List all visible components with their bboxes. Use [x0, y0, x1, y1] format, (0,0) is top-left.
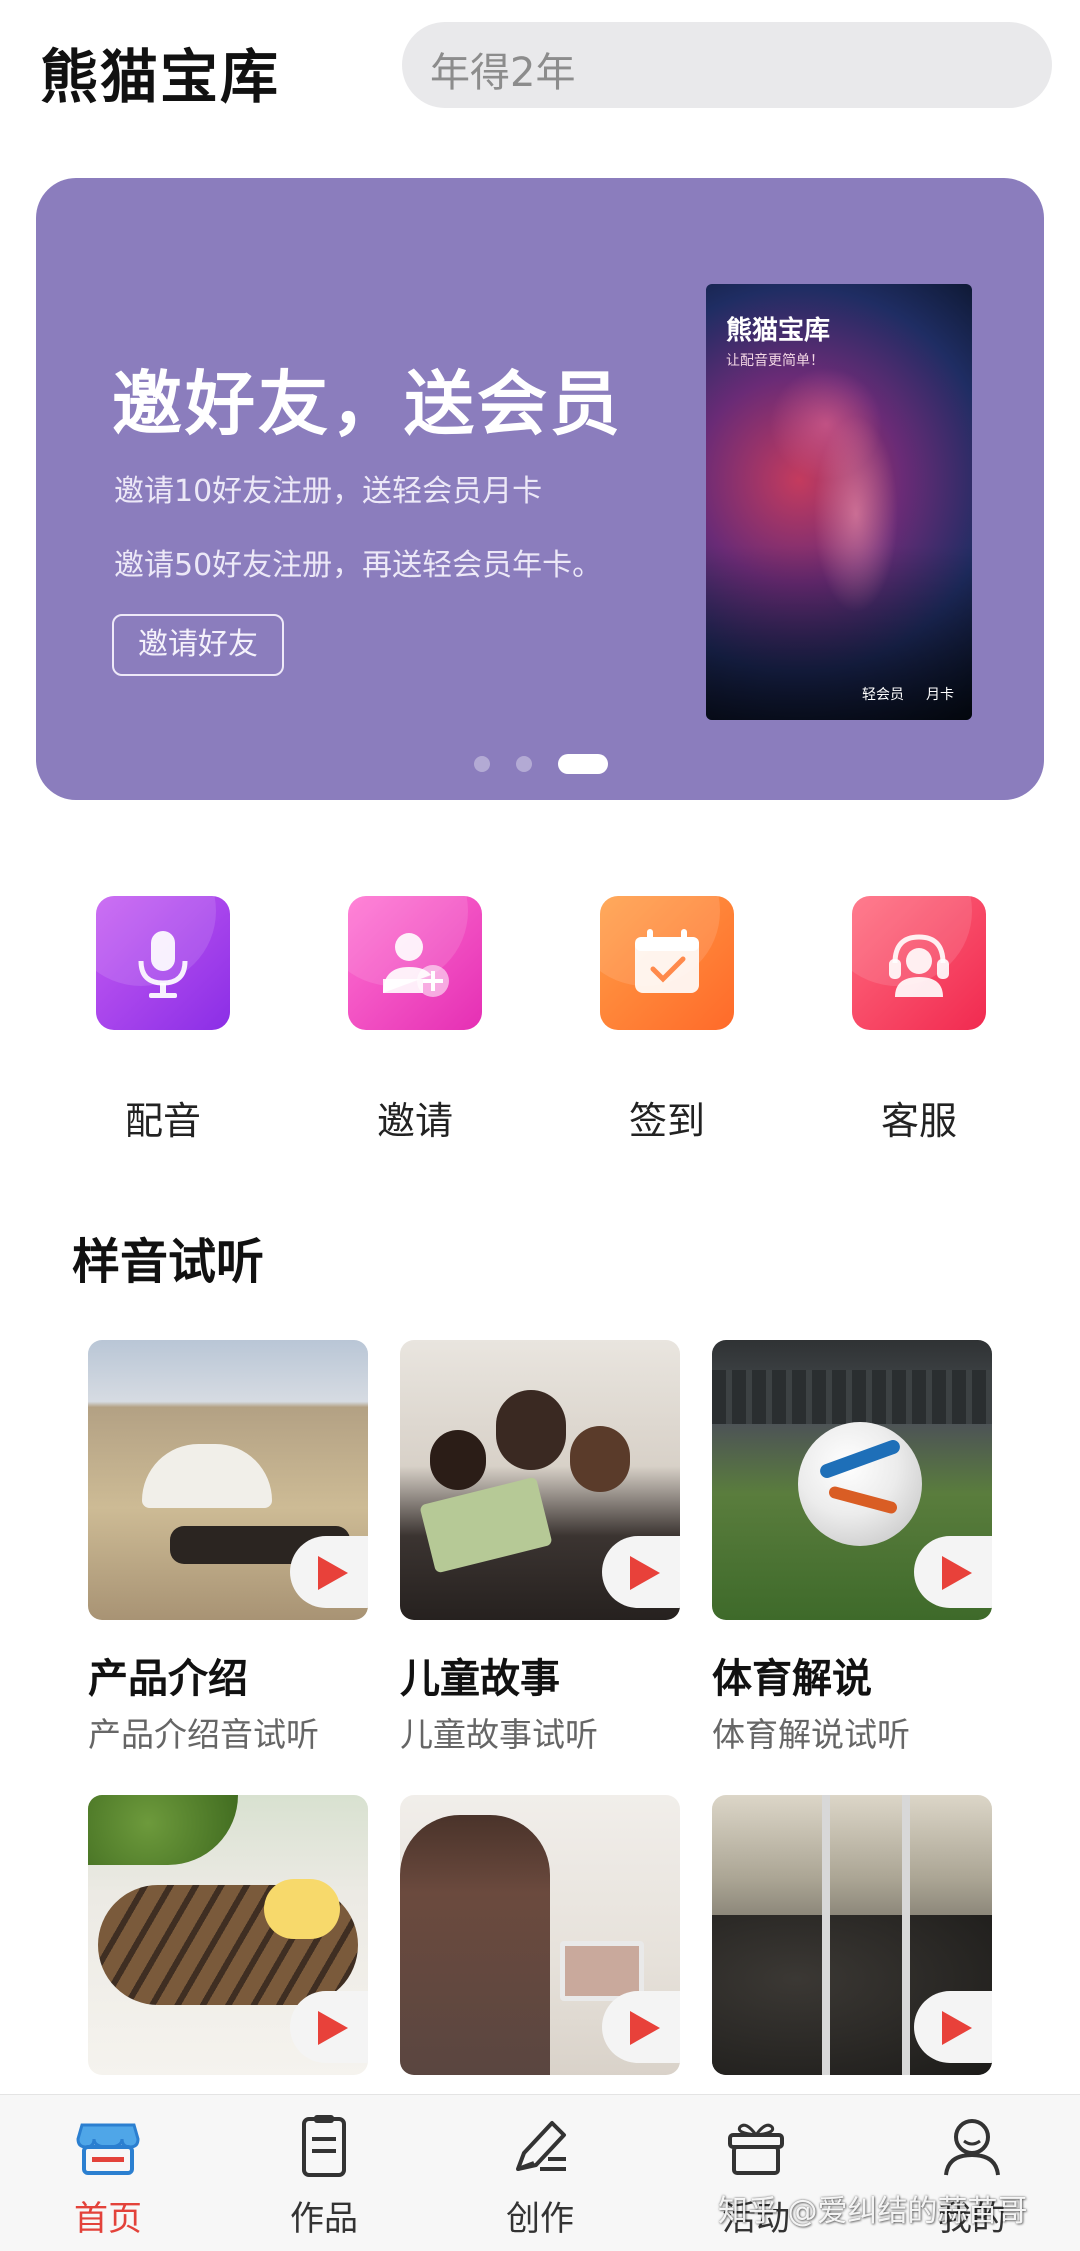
banner-poster: 熊猫宝库 让配音更简单！ 轻会员 月卡 [706, 284, 972, 720]
banner-line-1: 邀请10好友注册，送轻会员月卡 [114, 474, 543, 509]
nav-item-works[interactable]: 作品 [244, 2111, 404, 2241]
document-icon [302, 2115, 346, 2177]
sample-subtitle: 儿童故事试听 [400, 1715, 598, 1754]
action-invite[interactable]: 邀请 [312, 880, 512, 1160]
pagination-dot[interactable] [474, 756, 490, 772]
sample-thumbnail [712, 1795, 992, 2075]
sample-card[interactable]: 儿童故事 儿童故事试听 [400, 1340, 680, 1754]
action-label: 签到 [628, 1099, 705, 1143]
quick-actions: 配音 邀请 签到 客服 [0, 880, 1080, 1180]
sample-subtitle: 体育解说试听 [712, 1715, 910, 1754]
nav-item-create[interactable]: 创作 [460, 2111, 620, 2241]
header: 熊猫宝库 年得2年 [0, 0, 1080, 140]
poster-footer-left: 轻会员 [862, 687, 904, 703]
sample-thumbnail [88, 1795, 368, 2075]
watermark: 知乎 @爱纠结的蒜苗哥 [718, 2194, 1028, 2229]
sample-card[interactable]: 体育解说 体育解说试听 [712, 1340, 992, 1754]
action-checkin[interactable]: 签到 [564, 880, 764, 1160]
microphone-icon [96, 896, 230, 1030]
sample-card[interactable] [400, 1795, 680, 2075]
poster-title: 熊猫宝库 [726, 316, 831, 346]
sample-title: 儿童故事 [400, 1656, 560, 1702]
search-text: 年得2年 [430, 50, 576, 96]
play-icon[interactable] [602, 1536, 680, 1608]
banner-pagination [36, 754, 1044, 774]
add-user-icon [348, 896, 482, 1030]
sample-card[interactable] [712, 1795, 992, 2075]
nav-item-home[interactable]: 首页 [28, 2111, 188, 2241]
sample-card[interactable]: 产品介绍 产品介绍音试听 [88, 1340, 368, 1754]
sample-title: 产品介绍 [88, 1656, 248, 1702]
sample-thumbnail [88, 1340, 368, 1620]
play-icon[interactable] [914, 1991, 992, 2063]
action-label: 配音 [124, 1099, 201, 1143]
user-icon [944, 2119, 1000, 2176]
poster-subtitle: 让配音更简单！ [726, 353, 824, 369]
sample-thumbnail [400, 1340, 680, 1620]
search-bar[interactable]: 年得2年 [402, 22, 1052, 108]
action-dub[interactable]: 配音 [60, 880, 260, 1160]
action-service[interactable]: 客服 [816, 880, 1016, 1160]
store-icon [76, 2123, 140, 2175]
section-title: 样音试听 [72, 1234, 265, 1290]
pagination-dot[interactable] [516, 756, 532, 772]
sample-thumbnail [712, 1340, 992, 1620]
sample-title: 体育解说 [712, 1656, 872, 1702]
play-icon[interactable] [914, 1536, 992, 1608]
nav-label: 创作 [506, 2199, 574, 2239]
headset-icon [852, 896, 986, 1030]
action-label: 邀请 [376, 1099, 453, 1143]
sample-card[interactable] [88, 1795, 368, 2075]
banner-line-2: 邀请50好友注册，再送轻会员年卡。 [114, 548, 603, 583]
poster-footer-right: 月卡 [926, 687, 954, 703]
invite-friends-button[interactable]: 邀请好友 [112, 614, 284, 676]
action-label: 客服 [880, 1099, 957, 1143]
pagination-dot-active[interactable] [558, 754, 608, 774]
app-title: 熊猫宝库 [40, 43, 281, 111]
calendar-check-icon [600, 896, 734, 1030]
promo-banner[interactable]: 邀好友，送会员 邀请10好友注册，送轻会员月卡 邀请50好友注册，再送轻会员年卡… [36, 178, 1044, 800]
nav-label: 作品 [290, 2199, 358, 2239]
banner-title: 邀好友，送会员 [112, 363, 623, 445]
nav-label: 首页 [74, 2199, 142, 2239]
sample-subtitle: 产品介绍音试听 [88, 1715, 319, 1754]
gift-icon [728, 2123, 784, 2175]
pen-icon [516, 2121, 566, 2171]
sample-thumbnail [400, 1795, 680, 2075]
play-icon[interactable] [602, 1991, 680, 2063]
play-icon[interactable] [290, 1991, 368, 2063]
play-icon[interactable] [290, 1536, 368, 1608]
